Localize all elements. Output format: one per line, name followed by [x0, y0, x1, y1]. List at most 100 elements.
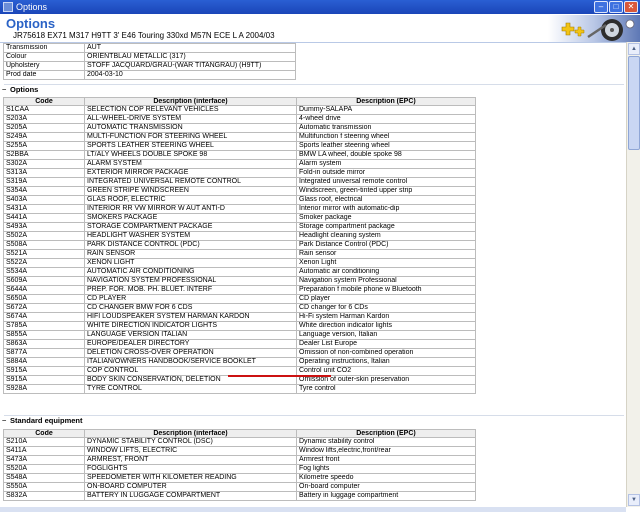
minimize-button[interactable]: – — [594, 1, 608, 13]
table-row[interactable]: S431A INTERIOR RR VW MIRROR W AUT ANTI-D I… — [3, 204, 476, 214]
table-row[interactable]: S203A ALL-WHEEL-DRIVE SYSTEM 4-wheel drive — [3, 114, 476, 124]
column-header-code[interactable]: Code — [3, 429, 85, 438]
code-cell: S203A — [3, 114, 85, 124]
code-cell: S520A — [3, 464, 85, 474]
epc-description-cell: Language version, Italian — [296, 330, 476, 340]
epc-description-cell: Tyre control — [296, 384, 476, 394]
scroll-up-arrow-icon[interactable]: ▲ — [628, 43, 640, 55]
wheel-tools-logo — [548, 15, 640, 43]
epc-description-cell: Armrest front — [296, 455, 476, 465]
code-cell: S855A — [3, 330, 85, 340]
code-cell: S313A — [3, 168, 85, 178]
interface-description-cell: SMOKERS PACKAGE — [84, 213, 297, 223]
scroll-thumb[interactable] — [628, 56, 640, 150]
code-cell: S354A — [3, 186, 85, 196]
code-cell: S915A — [3, 366, 85, 376]
info-key: Colour — [3, 52, 85, 62]
vertical-scrollbar[interactable]: ▲ ▼ — [626, 42, 640, 507]
code-cell: S522A — [3, 258, 85, 268]
info-row: Colour ORIENTBLAU METALLIC (317) — [3, 52, 296, 62]
column-header-code[interactable]: Code — [3, 97, 85, 106]
epc-description-cell: Sports leather steering wheel — [296, 141, 476, 151]
table-row[interactable]: S473A ARMREST, FRONT Armrest front — [3, 455, 476, 465]
interface-description-cell: ALARM SYSTEM — [84, 159, 297, 169]
table-row[interactable]: S863A EUROPE/DEALER DIRECTORY Dealer List … — [3, 339, 476, 349]
table-row[interactable]: S644A PREP. FOR. MOB. PH. BLUET. INTERF Pr… — [3, 285, 476, 295]
interface-description-cell: SELECTION COP RELEVANT VEHICLES — [84, 105, 297, 115]
epc-description-cell: On-board computer — [296, 482, 476, 492]
table-row[interactable]: S2BBA LT/ALY WHEELS DOUBLE SPOKE 98 BMW LA… — [3, 150, 476, 160]
scroll-down-arrow-icon[interactable]: ▼ — [628, 494, 640, 506]
info-row: Prod date 2004-03-10 — [3, 70, 296, 80]
epc-description-cell: Park Distance Control (PDC) — [296, 240, 476, 250]
epc-description-cell: Dynamic stability control — [296, 437, 476, 447]
column-header-interface[interactable]: Description (interface) — [84, 429, 297, 438]
column-header-epc[interactable]: Description (EPC) — [296, 97, 476, 106]
table-row[interactable]: S302A ALARM SYSTEM Alarm system — [3, 159, 476, 169]
table-row[interactable]: S884A ITALIAN/OWNERS HANDBOOK/SERVICE BOO… — [3, 357, 476, 367]
table-row[interactable]: S520A FOGLIGHTS Fog lights — [3, 464, 476, 474]
column-header-interface[interactable]: Description (interface) — [84, 97, 297, 106]
code-cell: S473A — [3, 455, 85, 465]
column-header-epc[interactable]: Description (EPC) — [296, 429, 476, 438]
table-row[interactable]: S522A XENON LIGHT Xenon Light — [3, 258, 476, 268]
table-row[interactable]: S1CAA SELECTION COP RELEVANT VEHICLES Dumm… — [3, 105, 476, 115]
table-row[interactable]: S674A HIFI LOUDSPEAKER SYSTEM HARMAN KARD… — [3, 312, 476, 322]
table-row[interactable]: S502A HEADLIGHT WASHER SYSTEM Headlight cl… — [3, 231, 476, 241]
table-row[interactable]: S672A CD CHANGER BMW FOR 6 CDS CD changer … — [3, 303, 476, 313]
table-row[interactable]: S548A SPEEDOMETER WITH KILOMETER READING K… — [3, 473, 476, 483]
code-cell: S915A — [3, 375, 85, 385]
table-row[interactable]: S249A MULTI-FUNCTION FOR STEERING WHEEL Mu… — [3, 132, 476, 142]
table-row[interactable]: S785A WHITE DIRECTION INDICATOR LIGHTS Whi… — [3, 321, 476, 331]
options-section-header[interactable]: − Options — [2, 85, 38, 94]
info-value: ORIENTBLAU METALLIC (317) — [84, 52, 296, 62]
epc-description-cell: Omission of non-combined operation — [296, 348, 476, 358]
epc-description-cell: Glass roof, electrical — [296, 195, 476, 205]
table-row[interactable]: S319A INTEGRATED UNIVERSAL REMOTE CONTROL… — [3, 177, 476, 187]
table-row[interactable]: S521A RAIN SENSOR Rain sensor — [3, 249, 476, 259]
interface-description-cell: XENON LIGHT — [84, 258, 297, 268]
close-button[interactable]: ✕ — [624, 1, 638, 13]
table-row[interactable]: S877A DELETION CROSS-OVER OPERATION Omissi… — [3, 348, 476, 358]
table-row[interactable]: S609A NAVIGATION SYSTEM PROFESSIONAL Navig… — [3, 276, 476, 286]
page-title: Options — [6, 16, 56, 31]
code-cell: S832A — [3, 491, 85, 501]
table-row[interactable]: S411A WINDOW LIFTS, ELECTRIC Window lifts,… — [3, 446, 476, 456]
epc-description-cell: Fold-in outside mirror — [296, 168, 476, 178]
code-cell: S249A — [3, 132, 85, 142]
table-row[interactable]: S508A PARK DISTANCE CONTROL (PDC) Park Dis… — [3, 240, 476, 250]
table-row[interactable]: S550A ON-BOARD COMPUTER On-board computer — [3, 482, 476, 492]
interface-description-cell: ALL-WHEEL-DRIVE SYSTEM — [84, 114, 297, 124]
table-row[interactable]: S210A DYNAMIC STABILITY CONTROL (DSC) Dyna… — [3, 437, 476, 447]
collapse-icon[interactable]: − — [2, 85, 10, 94]
epc-description-cell: Alarm system — [296, 159, 476, 169]
interface-description-cell: TYRE CONTROL — [84, 384, 297, 394]
collapse-icon[interactable]: − — [2, 416, 10, 425]
code-cell: S674A — [3, 312, 85, 322]
title-bar: Options – □ ✕ — [0, 0, 640, 14]
table-row[interactable]: S354A GREEN STRIPE WINDSCREEN Windscreen, … — [3, 186, 476, 196]
standard-section-header[interactable]: − Standard equipment — [2, 416, 83, 425]
table-row[interactable]: S855A LANGUAGE VERSION ITALIAN Language ve… — [3, 330, 476, 340]
interface-description-cell: STORAGE COMPARTMENT PACKAGE — [84, 222, 297, 232]
table-row[interactable]: S205A AUTOMATIC TRANSMISSION Automatic tra… — [3, 123, 476, 133]
table-row[interactable]: S832A BATTERY IN LUGGAGE COMPARTMENT Batte… — [3, 491, 476, 501]
code-cell: S255A — [3, 141, 85, 151]
table-row[interactable]: S313A EXTERIOR MIRROR PACKAGE Fold-in outs… — [3, 168, 476, 178]
epc-description-cell: Rain sensor — [296, 249, 476, 259]
table-row[interactable]: S441A SMOKERS PACKAGE Smoker package — [3, 213, 476, 223]
table-row[interactable]: S534A AUTOMATIC AIR CONDITIONING Automatic… — [3, 267, 476, 277]
interface-description-cell: GLAS ROOF, ELECTRIC — [84, 195, 297, 205]
table-row[interactable]: S255A SPORTS LEATHER STEERING WHEEL Sports… — [3, 141, 476, 151]
maximize-button[interactable]: □ — [609, 1, 623, 13]
interface-description-cell: DYNAMIC STABILITY CONTROL (DSC) — [84, 437, 297, 447]
info-key: Prod date — [3, 70, 85, 80]
table-row[interactable]: S493A STORAGE COMPARTMENT PACKAGE Storage … — [3, 222, 476, 232]
table-row[interactable]: S928A TYRE CONTROL Tyre control — [3, 384, 476, 394]
options-header: Options JR75618 EX71 M317 H9TT 3' E46 To… — [0, 14, 640, 42]
options-content[interactable]: Transmission AUT Colour ORIENTBLAU METALLI… — [0, 42, 626, 508]
table-row[interactable]: S403A GLAS ROOF, ELECTRIC Glass roof, elec… — [3, 195, 476, 205]
code-cell: S644A — [3, 285, 85, 295]
table-row[interactable]: S650A CD PLAYER CD player — [3, 294, 476, 304]
vehicle-info-table: Transmission AUT Colour ORIENTBLAU METALLI… — [3, 43, 296, 80]
